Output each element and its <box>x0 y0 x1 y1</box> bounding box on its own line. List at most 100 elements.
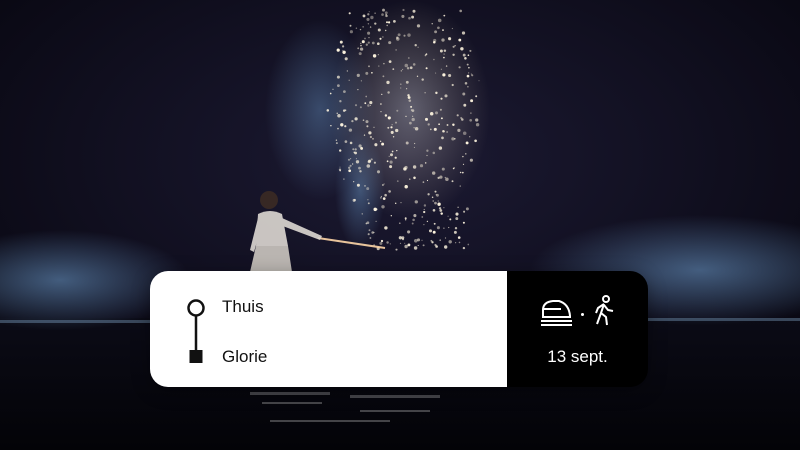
spark-particle <box>366 17 370 21</box>
spark-particle <box>466 74 470 78</box>
spark-particle <box>381 13 384 16</box>
spark-particle <box>443 14 446 17</box>
spark-particle <box>394 156 397 159</box>
spark-particle <box>464 57 467 60</box>
spark-particle <box>374 12 376 14</box>
spark-particle <box>349 24 352 27</box>
spark-particle <box>343 178 345 180</box>
spark-particle <box>339 149 342 152</box>
journey-card[interactable]: Thuis Glorie 13 sept. <box>150 271 648 387</box>
spark-particle <box>469 136 471 138</box>
spark-particle <box>369 237 372 239</box>
spark-particle <box>395 49 397 51</box>
walking-person-icon <box>595 295 614 326</box>
spark-particle <box>467 85 469 88</box>
spark-particle <box>373 161 376 164</box>
spark-particle <box>448 37 452 41</box>
spark-particle <box>355 27 358 30</box>
spark-particle <box>374 143 378 147</box>
spark-particle <box>395 121 397 124</box>
spark-particle <box>467 54 470 57</box>
spark-particle <box>340 123 344 127</box>
spark-particle <box>344 57 348 61</box>
spark-particle <box>362 26 364 28</box>
spark-particle <box>426 149 429 152</box>
spark-particle <box>413 146 415 148</box>
spark-particle <box>448 240 452 244</box>
spark-particle <box>377 54 379 56</box>
spark-particle <box>434 30 438 34</box>
spark-particle <box>382 197 386 200</box>
spark-particle <box>381 205 385 209</box>
spark-particle <box>342 49 344 52</box>
spark-particle <box>365 43 368 46</box>
spark-particle <box>339 100 342 103</box>
spark-particle <box>442 73 446 77</box>
spark-particle <box>362 14 366 18</box>
spark-particle <box>453 137 456 140</box>
spark-particle <box>396 36 399 39</box>
spark-particle <box>346 70 348 72</box>
spark-particle <box>383 62 385 65</box>
spark-particle <box>380 197 382 199</box>
spark-particle <box>387 126 390 129</box>
spark-particle <box>400 87 402 89</box>
spark-particle <box>394 202 397 205</box>
spark-particle <box>375 220 377 223</box>
spark-particle <box>381 142 385 146</box>
spark-particle <box>368 11 370 13</box>
spark-particle <box>443 53 445 55</box>
spark-particle <box>392 68 395 70</box>
spark-particle <box>454 226 458 230</box>
spark-particle <box>360 80 362 82</box>
spark-particle <box>396 109 399 112</box>
spark-particle <box>469 158 473 162</box>
spark-particle <box>391 150 394 153</box>
spark-particle <box>447 215 449 217</box>
spark-particle <box>379 241 383 245</box>
spark-particle <box>411 222 414 225</box>
spark-particle <box>412 115 414 117</box>
spark-particle <box>402 68 404 71</box>
spark-particle <box>330 124 332 127</box>
spark-particle <box>376 42 380 46</box>
spark-particle <box>423 210 426 214</box>
spark-particle <box>433 58 435 61</box>
spark-particle <box>379 103 382 105</box>
spark-particle <box>355 160 360 164</box>
spark-particle <box>371 71 373 74</box>
spark-particle <box>443 207 445 209</box>
spark-particle <box>451 180 454 183</box>
spark-particle <box>388 41 392 45</box>
spark-particle <box>435 111 438 115</box>
spark-particle <box>376 170 381 174</box>
spark-particle <box>470 73 472 75</box>
spark-particle <box>386 21 388 24</box>
spark-particle <box>381 93 383 95</box>
spark-particle <box>362 119 365 121</box>
spark-particle <box>412 9 416 13</box>
spark-particle <box>367 160 371 164</box>
spark-particle <box>435 72 437 74</box>
spark-particle <box>448 226 450 229</box>
spark-particle <box>438 146 443 150</box>
spark-particle <box>441 167 445 171</box>
spark-particle <box>384 193 387 197</box>
spark-particle <box>368 229 371 232</box>
spark-particle <box>461 31 466 35</box>
spark-particle <box>407 243 411 247</box>
spark-particle <box>409 121 412 125</box>
spark-particle <box>475 95 478 98</box>
spark-particle <box>437 200 439 202</box>
spark-particle <box>365 222 368 225</box>
spark-particle <box>453 230 457 234</box>
spark-particle <box>410 105 413 108</box>
trip-summary-panel: 13 sept. <box>507 271 648 387</box>
spark-particle <box>462 155 464 158</box>
spark-particle <box>386 24 389 27</box>
spark-particle <box>341 45 345 48</box>
spark-particle <box>359 47 364 51</box>
spark-particle <box>470 99 474 103</box>
spark-particle <box>431 241 434 244</box>
spark-particle <box>354 104 358 107</box>
